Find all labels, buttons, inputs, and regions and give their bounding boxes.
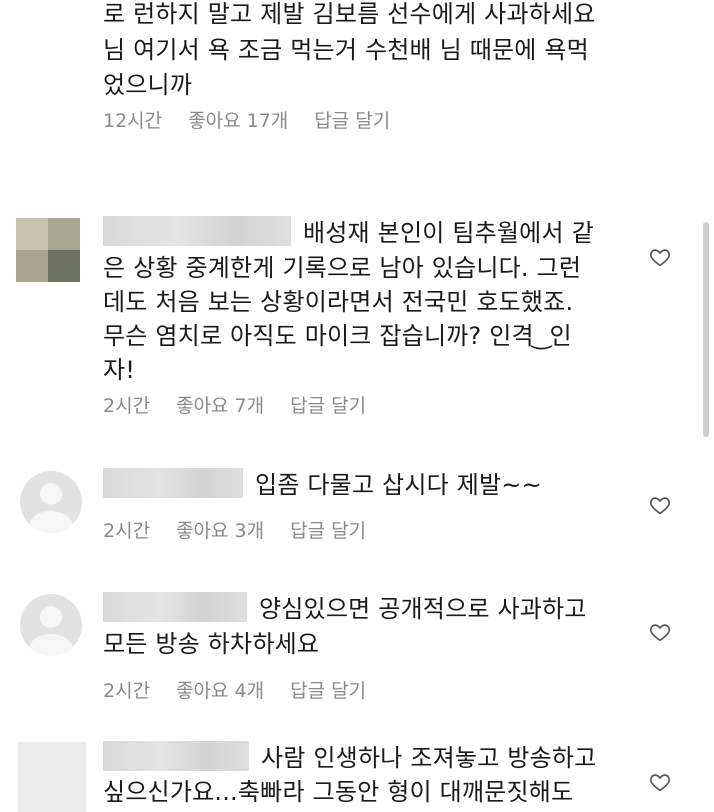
username[interactable] bbox=[103, 216, 291, 246]
comment-text-line: 입좀 다물고 삽시다 제발~~ bbox=[103, 468, 542, 502]
comment-time: 2시간 bbox=[103, 395, 151, 417]
heart-outline-icon[interactable] bbox=[649, 494, 671, 516]
comment-time: 12시간 bbox=[103, 110, 163, 132]
comment-text: 배성재 본인이 팀추월에서 같 bbox=[303, 219, 594, 247]
comment-likes[interactable]: 좋아요 3개 bbox=[176, 520, 264, 542]
reply-button[interactable]: 답글 달기 bbox=[290, 395, 366, 417]
comment-meta: 2시간 좋아요 4개 답글 달기 bbox=[103, 676, 392, 703]
comment-time: 2시간 bbox=[103, 680, 151, 702]
comment-text: 사람 인생하나 조져놓고 방송하고 bbox=[261, 744, 597, 772]
comment-text-line: 었으니까 bbox=[103, 71, 193, 99]
avatar[interactable] bbox=[16, 218, 80, 282]
comment-meta: 2시간 좋아요 3개 답글 달기 bbox=[103, 516, 392, 543]
comment-text-line: 싶으신가요...축빠라 그동안 형이 대깨문짓해도 bbox=[103, 778, 574, 806]
comment-text: 양심있으면 공개적으로 사과하고 bbox=[259, 595, 587, 623]
comment-meta: 2시간 좋아요 7개 답글 달기 bbox=[103, 391, 392, 418]
comment-likes[interactable]: 좋아요 7개 bbox=[176, 395, 264, 417]
heart-outline-icon[interactable] bbox=[649, 246, 671, 268]
comment-likes[interactable]: 좋아요 17개 bbox=[188, 110, 288, 132]
comment-text-line: 자! bbox=[103, 356, 136, 384]
comment-time: 2시간 bbox=[103, 520, 151, 542]
comment-text-line: 님 여기서 욕 조금 먹는거 수천배 님 때문에 욕먹 bbox=[103, 36, 589, 64]
reply-button[interactable]: 답글 달기 bbox=[314, 110, 390, 132]
comment-text: 입좀 다물고 삽시다 제발~~ bbox=[255, 471, 542, 499]
comment-meta: 12시간 좋아요 17개 답글 달기 bbox=[103, 106, 416, 133]
heart-outline-icon[interactable] bbox=[649, 621, 671, 643]
comment-text-line: 모든 방송 하차하세요 bbox=[103, 630, 320, 658]
username[interactable] bbox=[103, 592, 247, 622]
avatar[interactable] bbox=[18, 742, 86, 812]
comment-text-line: 배성재 본인이 팀추월에서 같 bbox=[103, 216, 594, 250]
heart-outline-icon[interactable] bbox=[649, 771, 671, 793]
comment-text-line: 양심있으면 공개적으로 사과하고 bbox=[103, 592, 587, 626]
default-avatar-icon[interactable] bbox=[20, 471, 82, 533]
reply-button[interactable]: 답글 달기 bbox=[290, 520, 366, 542]
username[interactable] bbox=[103, 468, 243, 498]
reply-button[interactable]: 답글 달기 bbox=[290, 680, 366, 702]
comments-screen: 로 런하지 말고 제발 김보름 선수에게 사과하세요 님 여기서 욕 조금 먹는… bbox=[0, 0, 714, 812]
comment-likes[interactable]: 좋아요 4개 bbox=[176, 680, 264, 702]
comment-text-line: 데도 처음 보는 상황이라면서 전국민 호도했죠. bbox=[103, 288, 574, 316]
username[interactable] bbox=[103, 741, 249, 771]
comment-text-line: 무슨 염치로 아직도 마이크 잡습니까? 인격 ͜ 인 bbox=[103, 322, 572, 350]
comment-text-line: 로 런하지 말고 제발 김보름 선수에게 사과하세요 bbox=[103, 0, 596, 28]
default-avatar-icon[interactable] bbox=[20, 594, 82, 656]
comment-text-line: 사람 인생하나 조져놓고 방송하고 bbox=[103, 741, 596, 775]
comment-text-line: 은 상황 중계한게 기록으로 남아 있습니다. 그런 bbox=[103, 254, 582, 282]
scrollbar[interactable] bbox=[703, 222, 709, 437]
